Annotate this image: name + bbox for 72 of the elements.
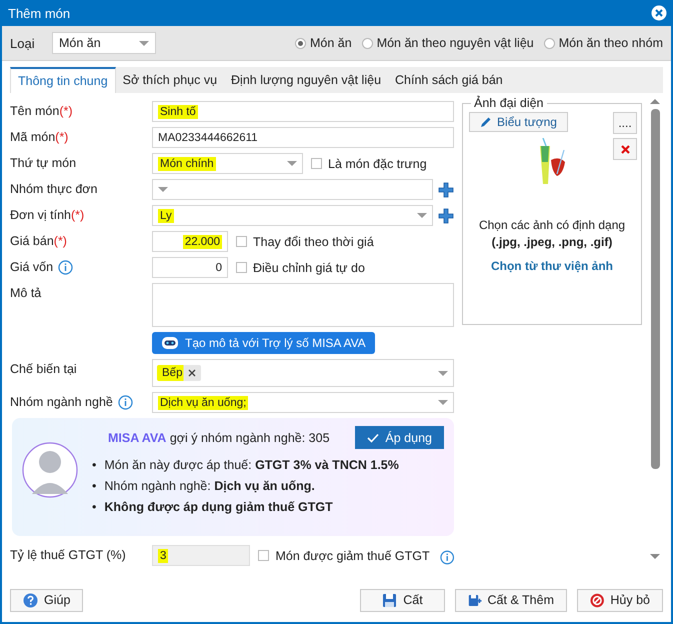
remove-icon[interactable] — [188, 369, 196, 377]
field-label: Giá vốn — [10, 259, 54, 276]
apply-button[interactable]: Áp dụng — [355, 426, 444, 449]
info-icon[interactable] — [118, 395, 133, 410]
delete-button[interactable] — [613, 138, 637, 160]
field-label: Mã món(*) — [10, 129, 68, 146]
library-link[interactable]: Chọn từ thư viện ảnh — [490, 259, 614, 273]
number-field[interactable]: 22.000 — [152, 231, 228, 252]
window-title: Thêm món — [8, 6, 72, 20]
suggestion-bullet: Món ăn này được áp thuế: GTGT 3% và TNCN 1.5% — [104, 457, 399, 473]
description-field[interactable] — [152, 283, 454, 327]
field-label: Tên món(*) — [10, 103, 73, 120]
save-and-add-button[interactable]: Cất & Thêm — [455, 588, 567, 612]
add-icon[interactable] — [438, 182, 454, 198]
check-icon — [367, 432, 380, 442]
number-field: 3 — [152, 545, 250, 566]
add-icon[interactable] — [438, 208, 454, 224]
tab[interactable]: Chính sách giá bán — [388, 67, 510, 93]
robot-icon — [161, 336, 179, 350]
scrollbar[interactable] — [649, 99, 661, 559]
info-icon[interactable] — [440, 550, 454, 564]
type-dropdown[interactable]: Món ăn — [52, 32, 156, 54]
bullet-marker: • — [92, 499, 96, 515]
checkbox[interactable]: Là món đặc trưng — [311, 156, 427, 170]
bullet-marker: • — [92, 457, 96, 473]
browse-button[interactable]: .... — [613, 112, 637, 134]
tag-chip: Bếp — [157, 365, 202, 381]
radio-option[interactable]: Món ăn theo nguyên vật liệu — [362, 36, 534, 50]
tab[interactable]: Định lượng nguyên vật liệu — [224, 67, 388, 93]
field-label: Chế biến tại — [10, 361, 77, 378]
panel-legend: Ảnh đại diện — [471, 96, 547, 110]
pencil-icon — [480, 116, 492, 128]
help-icon — [23, 592, 38, 608]
tab[interactable]: Thông tin chung — [10, 67, 116, 93]
field-label: Tỷ lệ thuế GTGT (%) — [10, 547, 126, 564]
field-label: Nhóm ngành nghề — [10, 394, 113, 411]
type-label: Loại — [10, 36, 36, 50]
checkbox[interactable]: Món được giảm thuế GTGT — [258, 548, 430, 562]
dropdown-field[interactable]: Món chính — [152, 153, 303, 174]
field-label: Nhóm thực đơn — [10, 181, 98, 198]
checkbox[interactable]: Điều chỉnh giá tự do — [236, 260, 365, 274]
bullet-marker: • — [92, 478, 96, 494]
close-icon[interactable] — [651, 5, 667, 21]
icon-button[interactable]: Biểu tượng — [469, 112, 568, 132]
stop-icon — [590, 592, 604, 608]
suggestion-bullet: Nhóm ngành nghề: Dịch vụ ăn uống. — [104, 478, 315, 494]
number-field[interactable]: 0 — [152, 257, 228, 278]
radio-option[interactable]: Món ăn theo nhóm — [544, 36, 663, 50]
format-hint: Chọn các ảnh có định dạng — [478, 218, 626, 232]
tag-dropdown[interactable]: Bếp — [152, 359, 454, 387]
checkbox[interactable]: Thay đổi theo thời giá — [236, 234, 374, 248]
help-button[interactable]: Giúp — [10, 588, 84, 612]
field-label: Thứ tự món — [10, 155, 76, 172]
suggestion-bullet: Không được áp dụng giảm thuế GTGT — [104, 499, 333, 515]
cancel-button[interactable]: Hủy bỏ — [577, 588, 663, 612]
field-label: Mô tả — [10, 285, 42, 302]
info-icon[interactable] — [58, 260, 74, 275]
save-button[interactable]: Cất — [360, 588, 445, 612]
field-label: Đơn vị tính(*) — [10, 207, 84, 224]
tab[interactable]: Sở thích phục vụ — [116, 67, 224, 93]
text-field[interactable]: Sinh tố — [152, 101, 454, 122]
format-list: (.jpg, .jpeg, .png, .gif) — [492, 235, 612, 249]
dropdown-field[interactable]: Dịch vụ ăn uống; — [152, 392, 454, 413]
field-label: Giá bán(*) — [10, 233, 67, 250]
dropdown-field[interactable] — [152, 179, 433, 200]
radio-option[interactable]: Món ăn — [294, 36, 352, 50]
ai-description-button[interactable]: Tạo mô tả với Trợ lý số MISA AVA — [152, 332, 375, 354]
suggestion-text: MISA AVA gợi ý nhóm ngành nghề: 305 — [108, 430, 330, 444]
close-icon — [620, 144, 630, 154]
text-field[interactable]: MA0233444662611 — [152, 127, 454, 148]
floppy-plus-icon — [468, 592, 482, 608]
dropdown-field[interactable]: Ly — [152, 205, 433, 226]
